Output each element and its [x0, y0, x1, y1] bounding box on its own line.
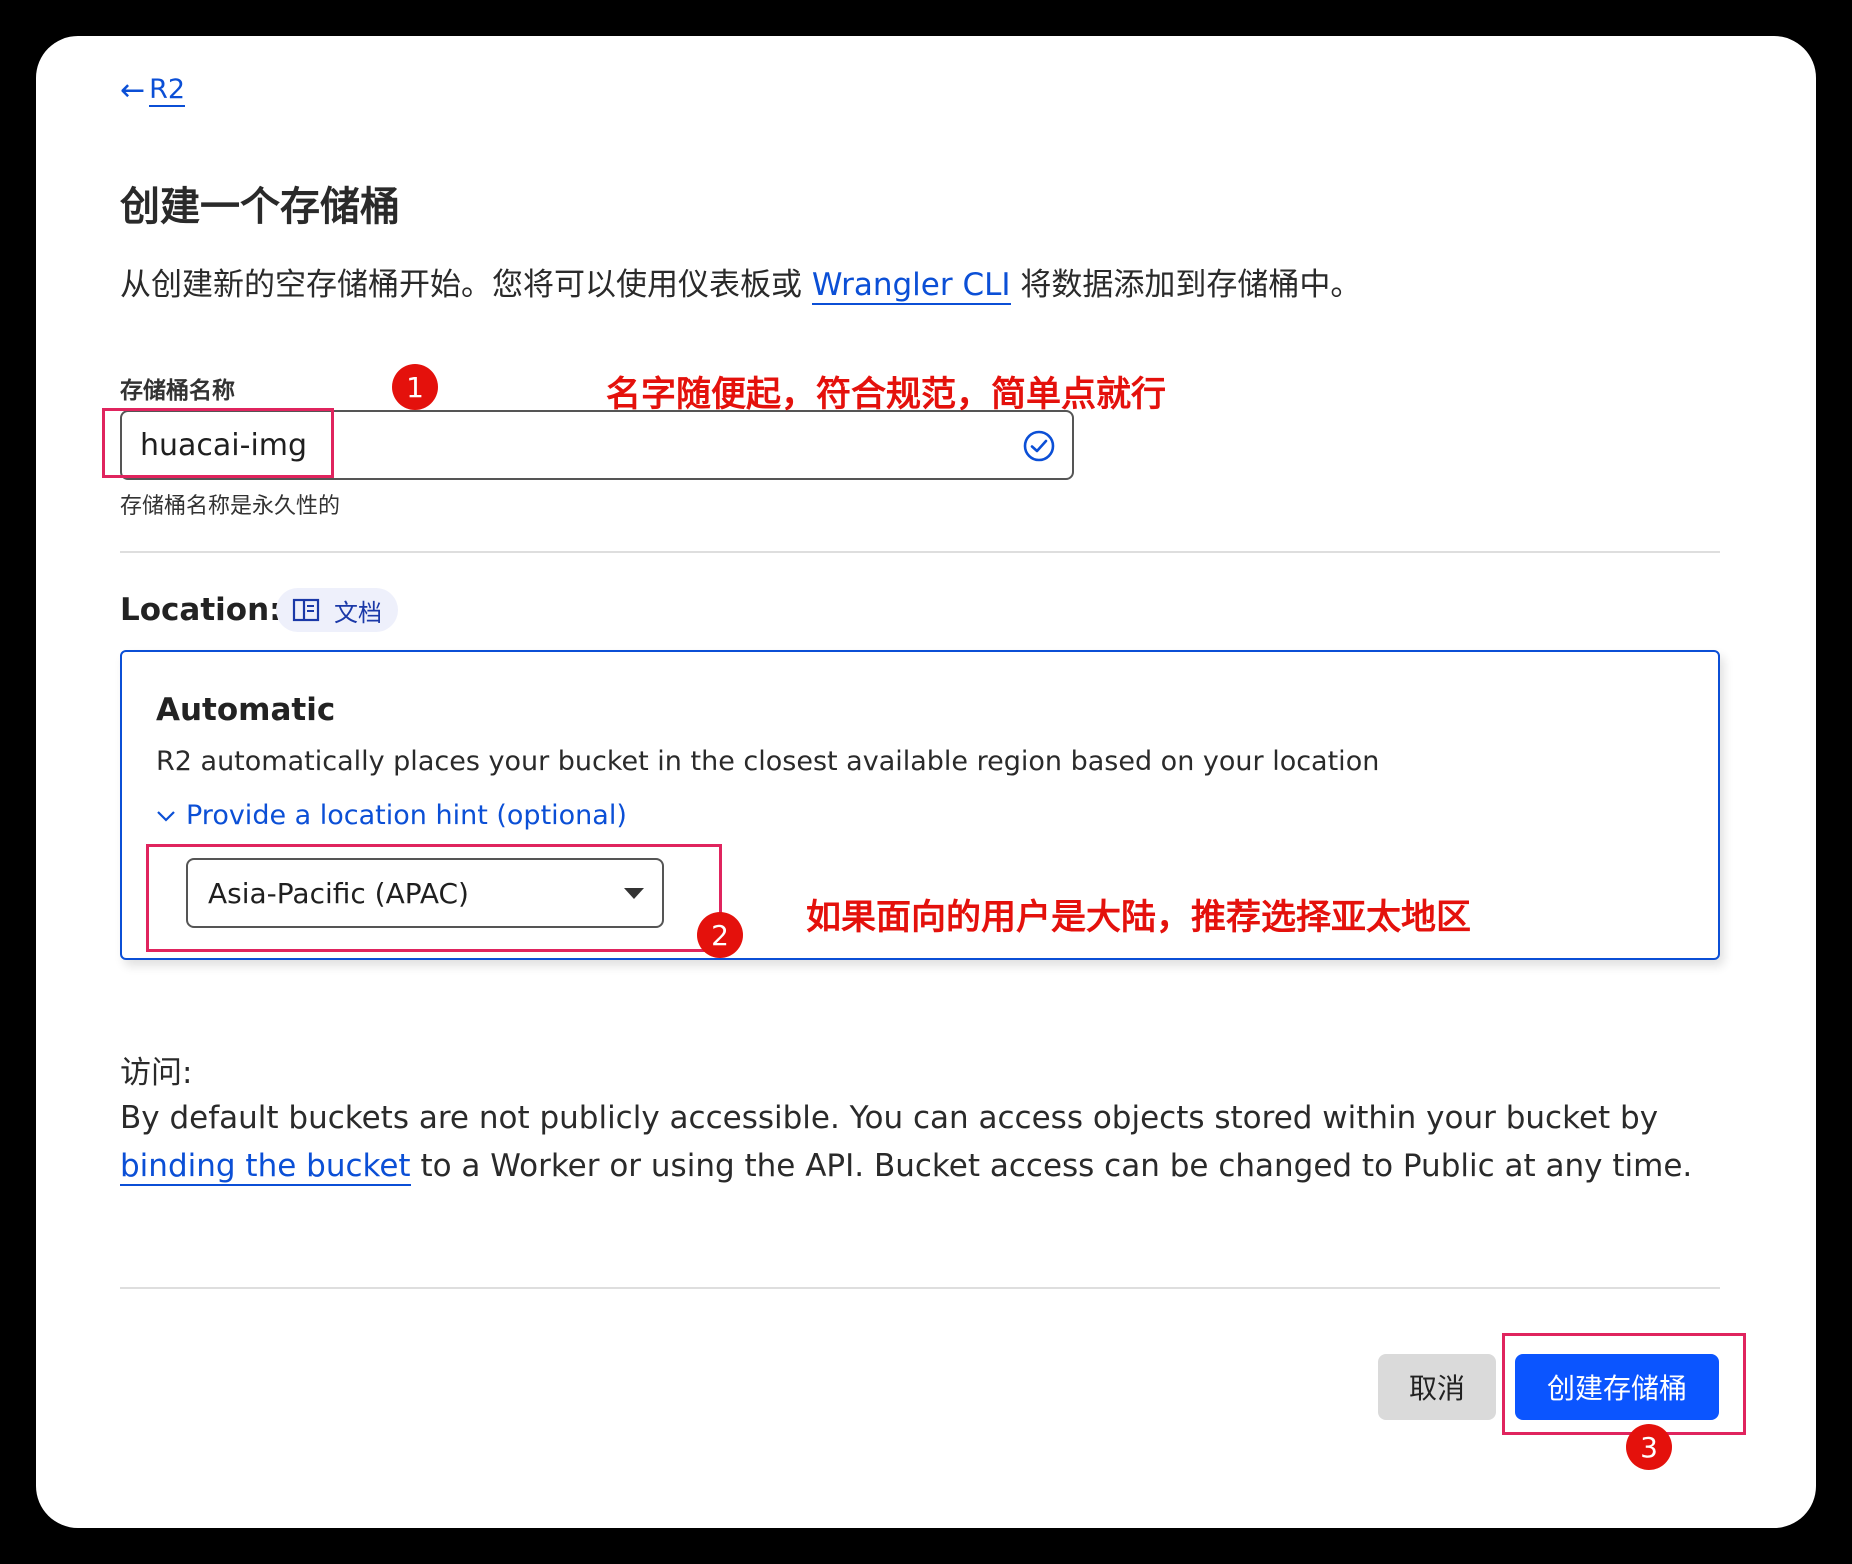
back-link[interactable]: ← R2: [120, 72, 186, 108]
create-bucket-card: ← R2 创建一个存储桶 从创建新的空存储桶开始。您将可以使用仪表板或 Wran…: [36, 36, 1816, 1528]
bucket-name-label: 存储桶名称: [120, 378, 235, 404]
annotation-note-2: 如果面向的用户是大陆，推荐选择亚太地区: [806, 898, 1472, 938]
annotation-badge-3: 3: [1626, 1424, 1672, 1470]
location-label: Location:: [120, 592, 282, 628]
docs-chip-label: 文档: [334, 598, 382, 627]
page-intro: 从创建新的空存储桶开始。您将可以使用仪表板或 Wrangler CLI 将数据添…: [120, 259, 1362, 305]
automatic-description: R2 automatically places your bucket in t…: [156, 746, 1380, 777]
access-description: By default buckets are not publicly acce…: [120, 1094, 1740, 1190]
access-text-after: to a Worker or using the API. Bucket acc…: [410, 1148, 1693, 1184]
binding-bucket-link[interactable]: binding the bucket: [120, 1148, 411, 1186]
access-label: 访问:: [120, 1055, 193, 1091]
annotation-badge-2: 2: [697, 912, 743, 958]
annotation-highlight-1: [102, 408, 334, 478]
book-icon: [292, 598, 320, 622]
location-hint-label: Provide a location hint (optional): [186, 800, 627, 831]
bucket-name-helper: 存储桶名称是永久性的: [120, 494, 341, 519]
back-link-label: R2: [149, 74, 186, 108]
page-title: 创建一个存储桶: [120, 184, 400, 230]
annotation-highlight-3: [1502, 1333, 1746, 1435]
chevron-down-icon: [157, 810, 175, 822]
annotation-note-1: 名字随便起，符合规范，简单点就行: [606, 375, 1167, 415]
automatic-title: Automatic: [156, 692, 336, 728]
location-hint-toggle[interactable]: Provide a location hint (optional): [156, 800, 627, 831]
divider: [120, 1287, 1720, 1289]
divider: [120, 551, 1720, 553]
wrangler-cli-link[interactable]: Wrangler CLI: [811, 267, 1011, 305]
annotation-highlight-2: [146, 844, 722, 952]
cancel-button[interactable]: 取消: [1378, 1354, 1496, 1420]
intro-text-before: 从创建新的空存储桶开始。您将可以使用仪表板或: [120, 267, 812, 303]
intro-text-after: 将数据添加到存储桶中。: [1010, 267, 1362, 303]
docs-chip[interactable]: 文档: [276, 588, 398, 632]
annotation-badge-1: 1: [392, 364, 438, 410]
access-text-before: By default buckets are not publicly acce…: [120, 1100, 1659, 1136]
check-circle-icon: [1023, 430, 1055, 462]
arrow-left-icon: ←: [120, 72, 146, 108]
